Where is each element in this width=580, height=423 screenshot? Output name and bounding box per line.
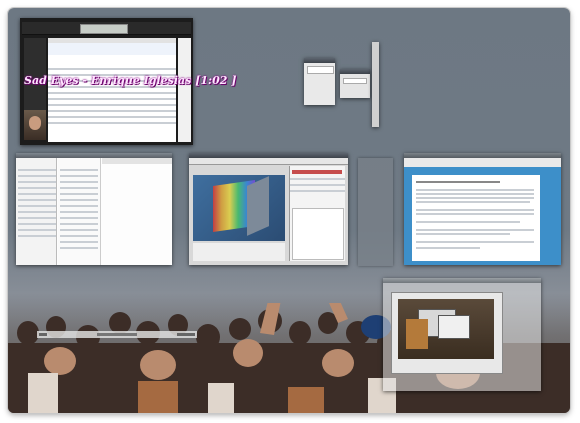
player-toolbar bbox=[22, 22, 191, 35]
blank-window[interactable] bbox=[358, 158, 393, 266]
3d-editor-window[interactable] bbox=[189, 153, 348, 265]
image-preview bbox=[398, 299, 494, 359]
properties-panel[interactable] bbox=[289, 166, 345, 261]
vertical-toolbar-window[interactable] bbox=[372, 42, 379, 127]
taskbar-panel[interactable] bbox=[37, 331, 197, 338]
web-browser-window[interactable] bbox=[404, 153, 561, 265]
web-page-content[interactable] bbox=[412, 175, 540, 261]
image-viewer-window[interactable] bbox=[383, 278, 541, 391]
now-playing-display bbox=[80, 24, 128, 34]
small-dialog-window-1[interactable] bbox=[304, 58, 335, 105]
now-playing-caption: Sad Eyes - Enrique Iglesias [1:02 ] bbox=[24, 74, 237, 87]
album-art bbox=[24, 110, 46, 140]
player-right-panel bbox=[178, 38, 191, 142]
3d-viewport[interactable] bbox=[193, 175, 285, 241]
desktop-expose-view: Sad Eyes - Enrique Iglesias [1:02 ] bbox=[8, 8, 570, 413]
file-manager-window[interactable] bbox=[16, 153, 172, 265]
small-dialog-window-2[interactable] bbox=[340, 69, 370, 98]
track-list[interactable] bbox=[48, 38, 176, 142]
